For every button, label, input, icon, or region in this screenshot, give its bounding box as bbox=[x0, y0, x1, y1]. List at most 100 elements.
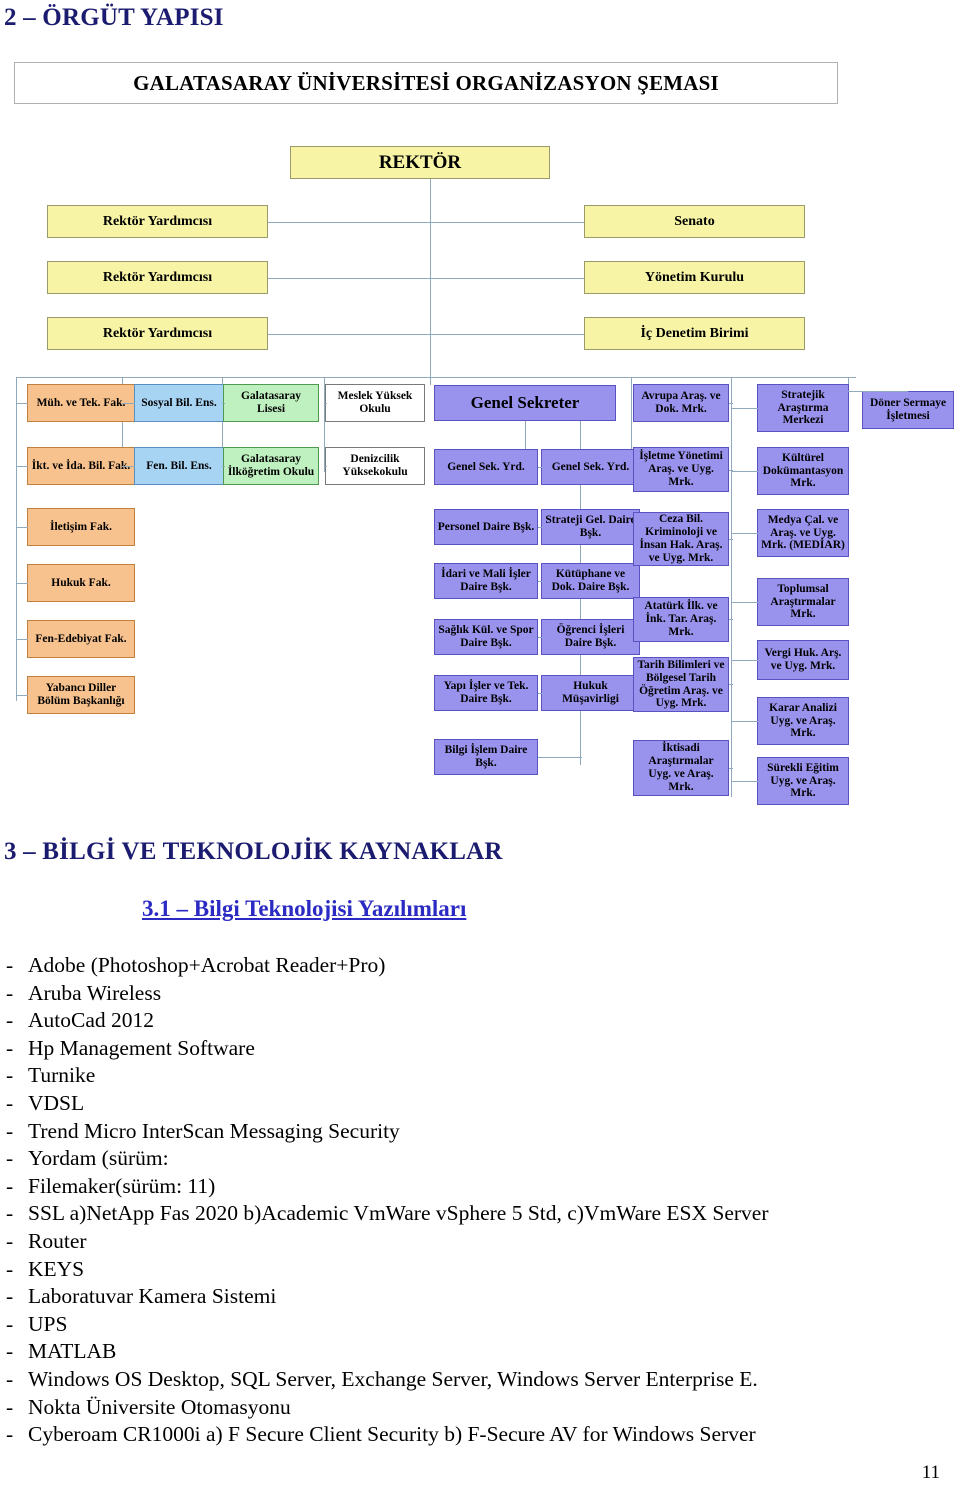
list-item: - Laboratuvar Kamera Sistemi bbox=[6, 1283, 956, 1311]
node-senato[interactable]: Senato bbox=[584, 205, 805, 238]
organization-chart: GALATASARAY ÜNİVERSİTESİ ORGANİZASYON ŞE… bbox=[0, 0, 960, 830]
connector-cr-1 bbox=[731, 408, 758, 409]
list-item-text: Yordam (sürüm: bbox=[28, 1146, 169, 1171]
bullet-marker: - bbox=[6, 953, 14, 977]
list-item-text: Adobe (Photoshop+Acrobat Reader+Pro) bbox=[28, 953, 386, 977]
connector-fac-1 bbox=[16, 403, 28, 404]
node-kutuphane-ve-dok-daire-bsk[interactable]: Kütüphane ve Dok. Daire Bşk. bbox=[541, 563, 640, 599]
node-yonetim-kurulu[interactable]: Yönetim Kurulu bbox=[584, 261, 805, 294]
node-genel-sek-yrd-2[interactable]: Genel Sek. Yrd. bbox=[541, 449, 640, 485]
node-yapi-isler-ve-tek-daire-bsk[interactable]: Yapı İşler ve Tek. Daire Bşk. bbox=[434, 675, 538, 711]
list-item-text: Hp Management Software bbox=[28, 1035, 255, 1060]
node-rektor-yardimcisi-2[interactable]: Rektör Yardımcısı bbox=[47, 261, 268, 294]
list-item: - Trend Micro InterScan Messaging Securit… bbox=[6, 1118, 956, 1146]
bullet-marker: - bbox=[6, 1339, 14, 1364]
list-item: - Cyberoam CR1000i a) F Secure Client Sec… bbox=[6, 1421, 956, 1449]
node-muh-ve-tek-fak[interactable]: Müh. ve Tek. Fak. bbox=[27, 384, 135, 422]
list-item: - UPS bbox=[6, 1311, 956, 1339]
list-item-text: Trend Micro InterScan Messaging Security bbox=[28, 1118, 400, 1143]
node-genel-sek-yrd-1[interactable]: Genel Sek. Yrd. bbox=[434, 449, 538, 485]
node-galatasaray-lisesi[interactable]: Galatasaray Lisesi bbox=[223, 384, 319, 422]
connector-dept-5 bbox=[538, 693, 543, 694]
node-idari-ve-mali-isler-daire-bsk[interactable]: İdari ve Mali İşler Daire Bşk. bbox=[434, 563, 538, 599]
node-isletme-yonetimi-aras-ve-uyg-mrk[interactable]: İşletme Yönetimi Araş. ve Uyg. Mrk. bbox=[633, 447, 729, 492]
node-yabanci-diller-bolum-baskanligi[interactable]: Yabancı Diller Bölüm Başkanlığı bbox=[27, 676, 135, 714]
connector-cl-1 bbox=[729, 403, 733, 404]
node-fen-edebiyat-fak[interactable]: Fen-Edebiyat Fak. bbox=[27, 620, 135, 658]
list-item-text: Windows OS Desktop, SQL Server, Exchange… bbox=[28, 1366, 758, 1391]
list-item: - KEYS bbox=[6, 1256, 956, 1284]
list-item-text: MATLAB bbox=[28, 1339, 117, 1364]
node-avrupa-aras-ve-dok-mrk[interactable]: Avrupa Araş. ve Dok. Mrk. bbox=[633, 384, 729, 422]
connector-cl-5 bbox=[729, 684, 733, 685]
node-galatasaray-ilkogretim-okulu[interactable]: Galatasaray İlköğretim Okulu bbox=[223, 447, 319, 485]
connector-main-bus bbox=[16, 377, 856, 378]
node-denizcilik-yuksekokulu[interactable]: Denizcilik Yüksekokulu bbox=[325, 447, 425, 485]
node-stratejik-arastirma-merkezi[interactable]: Stratejik Araştırma Merkezi bbox=[757, 384, 849, 432]
bullet-marker: - bbox=[6, 1201, 14, 1226]
list-item: - AutoCad 2012 bbox=[6, 1007, 956, 1035]
node-sosyal-bil-ens[interactable]: Sosyal Bil. Ens. bbox=[134, 384, 224, 422]
node-fen-bil-ens[interactable]: Fen. Bil. Ens. bbox=[134, 447, 224, 485]
node-meslek-yuksek-okulu[interactable]: Meslek Yüksek Okulu bbox=[325, 384, 425, 422]
node-hukuk-musavirligi[interactable]: Hukuk Müşavirligi bbox=[541, 675, 640, 711]
node-ceza-bil-kriminoloji-mrk[interactable]: Ceza Bil. Kriminoloji ve İnsan Hak. Araş… bbox=[633, 512, 729, 566]
node-genel-sekreter[interactable]: Genel Sekreter bbox=[434, 385, 616, 421]
node-rektor-yardimcisi-1[interactable]: Rektör Yardımcısı bbox=[47, 205, 268, 238]
node-personel-daire-bsk[interactable]: Personel Daire Bşk. bbox=[434, 509, 538, 545]
connector-cl-4 bbox=[729, 619, 733, 620]
bullet-marker: - bbox=[6, 1394, 14, 1419]
node-ogrenci-isleri-daire-bsk[interactable]: Öğrenci İşleri Daire Bşk. bbox=[541, 619, 640, 655]
bullet-marker: - bbox=[6, 980, 14, 1005]
list-item-text: Nokta Üniversite Otomasyonu bbox=[28, 1394, 291, 1419]
connector-dept-2 bbox=[538, 527, 543, 528]
node-hukuk-fak[interactable]: Hukuk Fak. bbox=[27, 564, 135, 602]
node-strateji-gel-daire-bsk[interactable]: Strateji Gel. Daire Bşk. bbox=[541, 509, 640, 545]
node-saglik-kul-ve-spor-daire-bsk[interactable]: Sağlık Kül. ve Spor Daire Bşk. bbox=[434, 619, 538, 655]
bullet-marker: - bbox=[6, 1118, 14, 1143]
node-karar-analizi-uyg-ve-aras-mrk[interactable]: Karar Analizi Uyg. ve Araş. Mrk. bbox=[757, 697, 849, 745]
list-item: - Windows OS Desktop, SQL Server, Exchang… bbox=[6, 1366, 956, 1394]
software-list: - Adobe (Photoshop+Acrobat Reader+Pro) -A… bbox=[6, 952, 956, 1449]
connector-fac-4 bbox=[16, 583, 28, 584]
connector-doner bbox=[848, 391, 908, 392]
list-item: - MATLAB bbox=[6, 1338, 956, 1366]
connector-cr-5 bbox=[731, 660, 758, 661]
bullet-marker: - bbox=[6, 1035, 14, 1060]
list-item: - Turnike bbox=[6, 1062, 956, 1090]
node-doner-sermaye-isletmesi[interactable]: Döner Sermaye İşletmesi bbox=[862, 391, 954, 429]
list-item: - Filemaker(sürüm: 11) bbox=[6, 1173, 956, 1201]
node-vergi-huk-ars-ve-uyg-mrk[interactable]: Vergi Huk. Arş. ve Uyg. Mrk. bbox=[757, 640, 849, 680]
node-ataturk-ilk-ve-ink-tar-aras-mrk[interactable]: Atatürk İlk. ve İnk. Tar. Araş. Mrk. bbox=[633, 597, 729, 642]
node-surekli-egitim-uyg-ve-aras-mrk[interactable]: Sürekli Eğitim Uyg. ve Araş. Mrk. bbox=[757, 757, 849, 805]
section-3-subheading: 3.1 – Bilgi Teknolojisi Yazılımları bbox=[142, 896, 467, 921]
list-item-text: SSL a)NetApp Fas 2020 b)Academic VmWare … bbox=[28, 1201, 769, 1226]
node-ikt-ve-ida-bil-fak[interactable]: İkt. ve İda. Bil. Fak. bbox=[27, 447, 135, 485]
connector-cl-6 bbox=[729, 768, 733, 769]
connector-grn-1 bbox=[222, 403, 225, 404]
list-item: - Yordam (sürüm: bbox=[6, 1145, 956, 1173]
connector-fac-3 bbox=[16, 527, 28, 528]
bullet-marker: - bbox=[6, 1366, 14, 1391]
page-number: 11 bbox=[921, 1462, 940, 1483]
node-toplumsal-arastirmalar-mrk[interactable]: Toplumsal Araştırmalar Mrk. bbox=[757, 578, 849, 626]
node-medya-cal-ve-aras-ve-uyg-mrk-mediar[interactable]: Medya Çal. ve Araş. ve Uyg. Mrk. (MEDİAR… bbox=[757, 509, 849, 557]
node-kulturel-dokumantasyon-mrk[interactable]: Kültürel Dokümantasyon Mrk. bbox=[757, 447, 849, 495]
connector-cr-2 bbox=[731, 471, 758, 472]
bullet-marker: - bbox=[6, 1284, 14, 1309]
document-page: 2 – ÖRGÜT YAPISI GALATASARAY ÜNİVERSİTES… bbox=[0, 0, 960, 1492]
node-tarih-bilimleri-bolgesel-tarih-mrk[interactable]: Tarih Bilimleri ve Bölgesel Tarih Öğreti… bbox=[633, 657, 729, 712]
bullet-marker: - bbox=[6, 1008, 14, 1033]
bullet-marker: - bbox=[6, 1228, 14, 1253]
connector-cr-3 bbox=[731, 533, 758, 534]
node-bilgi-islem-daire-bsk[interactable]: Bilgi İşlem Daire Bşk. bbox=[434, 739, 538, 775]
node-ic-denetim-birimi[interactable]: İç Denetim Birimi bbox=[584, 317, 805, 350]
connector-grn-2 bbox=[222, 466, 225, 467]
node-rektor-yardimcisi-3[interactable]: Rektör Yardımcısı bbox=[47, 317, 268, 350]
node-iletisim-fak[interactable]: İletişim Fak. bbox=[27, 508, 135, 546]
list-item-text: Turnike bbox=[28, 1063, 96, 1088]
connector-gensek-down bbox=[525, 421, 526, 449]
node-rektor[interactable]: REKTÖR bbox=[290, 146, 550, 179]
list-item-text: Router bbox=[28, 1228, 87, 1253]
node-iktisadi-arastirmalar-uyg-ve-aras-mrk[interactable]: İktisadi Araştırmalar Uyg. ve Araş. Mrk. bbox=[633, 740, 729, 796]
